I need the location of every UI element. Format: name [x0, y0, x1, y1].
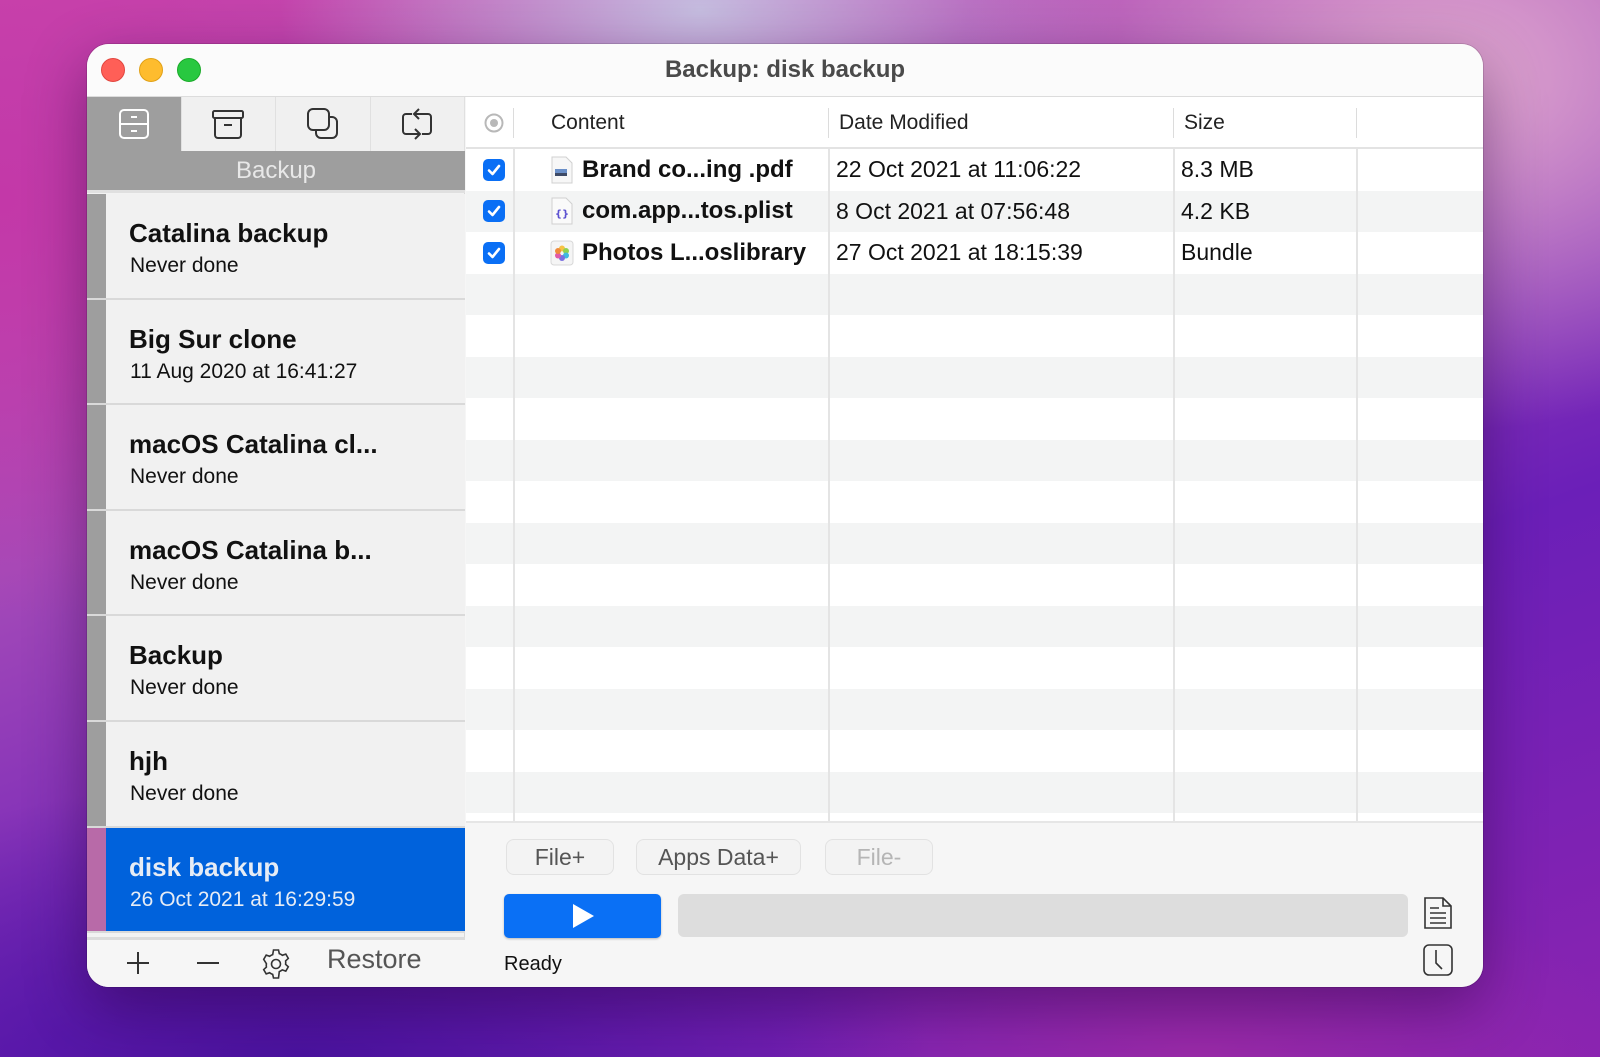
- row-checkbox[interactable]: [483, 158, 505, 181]
- remove-file-button[interactable]: File-: [825, 839, 933, 875]
- table-header: Content Date Modified Size: [466, 97, 1483, 149]
- task-name: macOS Catalina cl...: [129, 429, 378, 460]
- date-cell: 8 Oct 2021 at 07:56:48: [836, 197, 1071, 224]
- gear-icon: [262, 949, 290, 979]
- row-checkbox[interactable]: [483, 241, 505, 264]
- run-button[interactable]: [504, 894, 661, 938]
- status-text: Ready: [504, 953, 562, 975]
- tab-archive[interactable]: [181, 97, 276, 151]
- settings-button[interactable]: [257, 945, 295, 983]
- photos-library-icon: [550, 240, 574, 266]
- size-cell: 4.2 KB: [1181, 197, 1251, 224]
- action-area: File+ Apps Data+ File- Ready: [466, 823, 1483, 987]
- column-divider: [1173, 149, 1175, 821]
- task-stripe: [87, 616, 106, 720]
- task-item[interactable]: hjh Never done: [87, 721, 465, 828]
- column-header-content[interactable]: Content: [551, 97, 625, 149]
- task-status: Never done: [130, 465, 239, 489]
- select-column-header[interactable]: [483, 97, 505, 149]
- task-stripe: [87, 721, 106, 826]
- task-stripe: [87, 510, 106, 615]
- play-icon: [572, 904, 594, 928]
- task-name: Big Sur clone: [129, 323, 297, 354]
- file-name: Photos L...oslibrary: [582, 238, 807, 266]
- date-cell: 27 Oct 2021 at 18:15:39: [836, 239, 1083, 266]
- table-row[interactable]: Brand co...ing .pdf 22 Oct 2021 at 11:06…: [466, 149, 1483, 191]
- task-name: hjh: [129, 745, 168, 776]
- table-row[interactable]: Photos L...oslibrary 27 Oct 2021 at 18:1…: [466, 232, 1483, 274]
- add-apps-data-button[interactable]: Apps Data+: [636, 839, 801, 875]
- section-title: Backup: [87, 151, 465, 193]
- checkmark-icon: [487, 205, 501, 217]
- task-status: Never done: [130, 570, 239, 594]
- radio-target-icon: [484, 113, 504, 133]
- minus-icon: [197, 962, 219, 964]
- task-name: Catalina backup: [129, 218, 329, 248]
- column-header-size[interactable]: Size: [1184, 97, 1225, 149]
- file-name: com.app...tos.plist: [582, 197, 793, 225]
- column-divider: [828, 149, 830, 821]
- task-status: 26 Oct 2021 at 16:29:59: [130, 887, 356, 911]
- task-item[interactable]: macOS Catalina b... Never done: [87, 510, 465, 617]
- progress-bar: [678, 894, 1408, 937]
- tab-backup[interactable]: [87, 97, 182, 151]
- checkmark-icon: [487, 164, 501, 176]
- size-cell: Bundle: [1181, 239, 1253, 266]
- task-item[interactable]: Backup Never done: [87, 616, 465, 722]
- checkmark-icon: [487, 247, 501, 259]
- column-divider: [513, 149, 515, 821]
- table-row[interactable]: {} com.app...tos.plist 8 Oct 2021 at 07:…: [466, 190, 1483, 232]
- plist-file-icon: {}: [551, 197, 573, 225]
- window-title: Backup: disk backup: [664, 56, 906, 83]
- task-stripe: [87, 299, 106, 404]
- schedule-clock-icon[interactable]: [1422, 943, 1454, 977]
- tab-sync[interactable]: [370, 97, 465, 151]
- add-file-button[interactable]: File+: [506, 839, 614, 875]
- restore-button[interactable]: Restore: [327, 944, 422, 975]
- column-divider: [1356, 149, 1358, 821]
- clone-icon: [306, 108, 338, 139]
- add-task-button[interactable]: [123, 948, 153, 978]
- app-window: Backup: disk backup Backup Catalina back…: [87, 44, 1483, 987]
- file-name: Brand co...ing .pdf: [582, 155, 793, 183]
- date-cell: 22 Oct 2021 at 11:06:22: [836, 156, 1082, 183]
- svg-text:{}: {}: [555, 209, 569, 220]
- log-document-icon[interactable]: [1422, 896, 1454, 930]
- task-status: Never done: [130, 676, 239, 700]
- task-name: Backup: [129, 640, 223, 671]
- row-checkbox[interactable]: [483, 200, 505, 223]
- archive-box-icon: [212, 110, 245, 139]
- task-item[interactable]: macOS Catalina cl... Never done: [87, 405, 465, 511]
- mode-tabs: [87, 97, 465, 151]
- table-body: Brand co...ing .pdf 22 Oct 2021 at 11:06…: [466, 149, 1483, 821]
- pdf-file-icon: [551, 156, 573, 184]
- cabinet-icon: [118, 109, 149, 139]
- task-stripe: [87, 194, 106, 298]
- column-header-date-modified[interactable]: Date Modified: [839, 97, 969, 149]
- plus-icon: [127, 952, 149, 974]
- task-item[interactable]: Catalina backup Never done: [87, 194, 465, 300]
- sidebar: Backup Catalina backup Never done Big Su…: [87, 97, 465, 987]
- task-name: disk backup: [129, 851, 280, 882]
- task-list: Catalina backup Never done Big Sur clone…: [87, 194, 465, 934]
- task-item-selected[interactable]: disk backup 26 Oct 2021 at 16:29:59: [87, 827, 465, 934]
- title-bar: Backup: disk backup: [87, 44, 1483, 97]
- content-table: Brand co...ing .pdf 22 Oct 2021 at 11:06…: [466, 97, 1483, 823]
- task-stripe: [87, 405, 106, 509]
- remove-task-button[interactable]: [193, 948, 223, 978]
- tab-clone[interactable]: [276, 97, 371, 151]
- sync-icon: [402, 108, 433, 140]
- task-name: macOS Catalina b...: [129, 534, 372, 565]
- task-status: 11 Aug 2020 at 16:41:27: [130, 359, 358, 383]
- task-status: Never done: [130, 781, 239, 805]
- sidebar-footer: Restore: [87, 937, 465, 987]
- task-status: Never done: [130, 254, 239, 277]
- main-panel: Brand co...ing .pdf 22 Oct 2021 at 11:06…: [466, 97, 1483, 987]
- size-cell: 8.3 MB: [1181, 156, 1254, 183]
- task-item[interactable]: Big Sur clone 11 Aug 2020 at 16:41:27: [87, 299, 465, 406]
- task-stripe: [87, 827, 106, 932]
